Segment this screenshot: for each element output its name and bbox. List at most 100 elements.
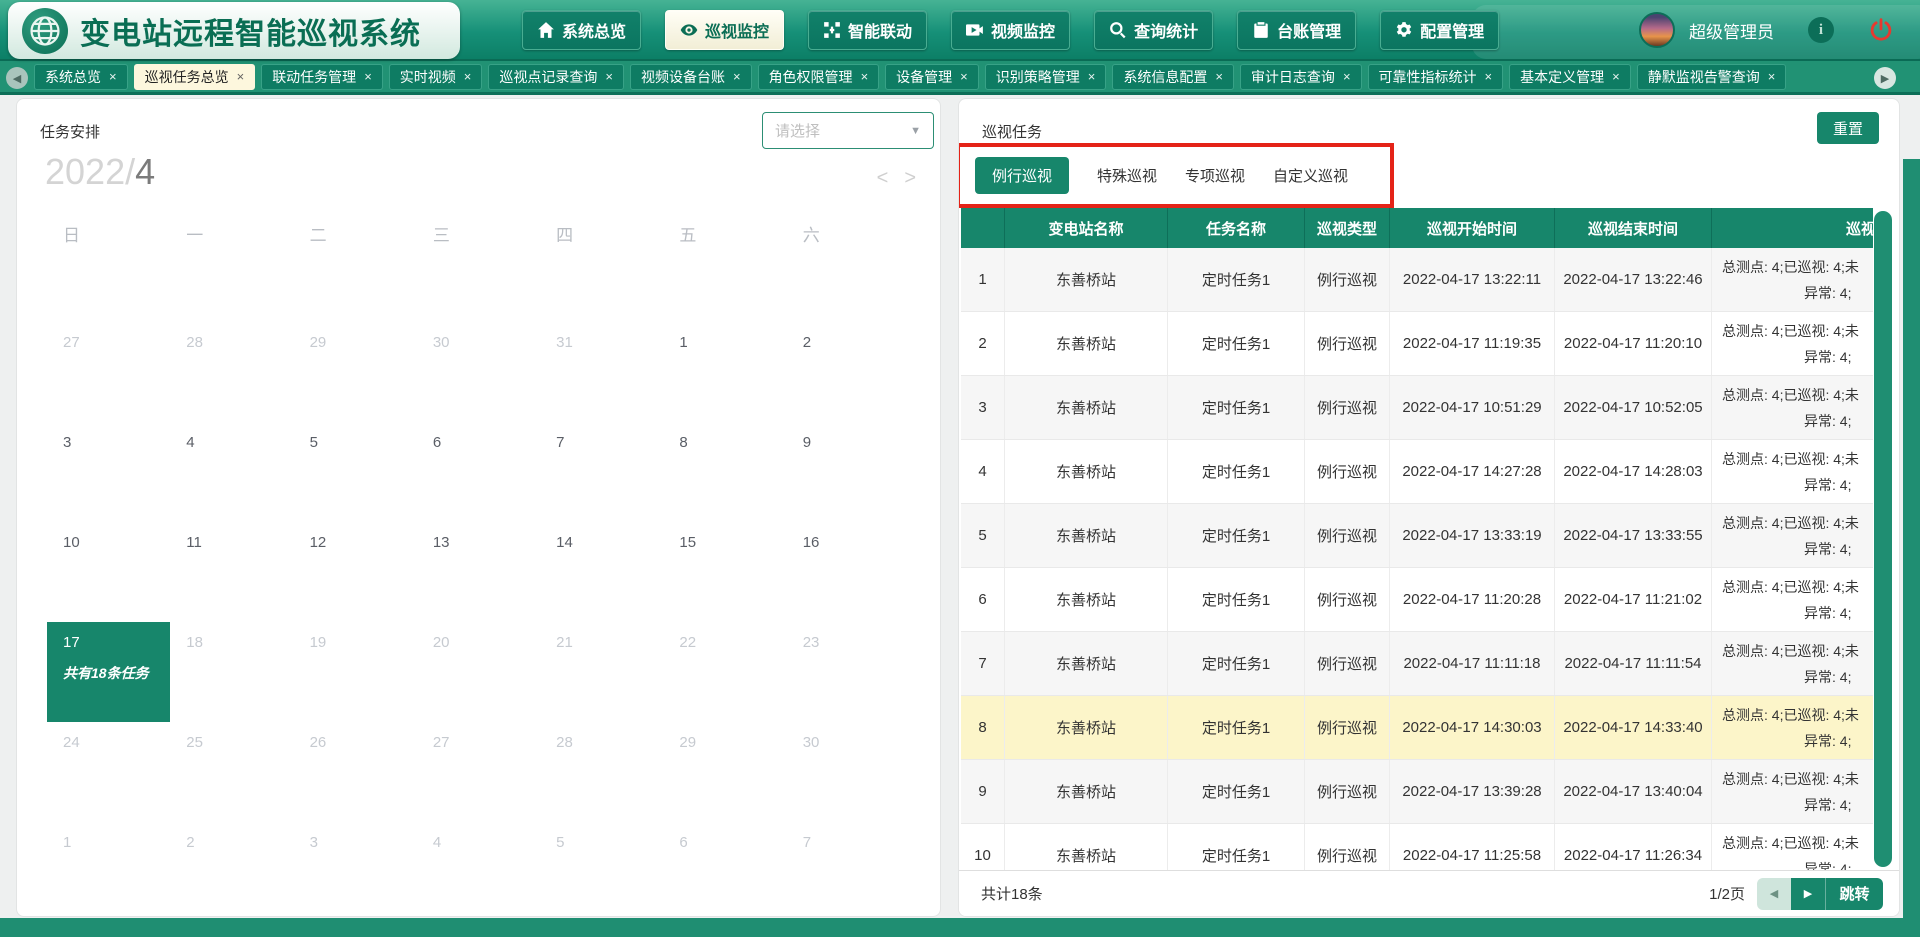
close-icon[interactable]: ×: [109, 70, 117, 83]
reset-button[interactable]: 重置: [1817, 112, 1879, 144]
tab[interactable]: 系统信息配置×: [1112, 64, 1234, 90]
avatar[interactable]: [1639, 12, 1675, 48]
tab[interactable]: 基本定义管理×: [1509, 64, 1631, 90]
calendar-day[interactable]: 29: [663, 722, 786, 822]
table-row[interactable]: 1东善桥站定时任务1例行巡视2022-04-17 13:22:112022-04…: [961, 248, 1873, 312]
tab[interactable]: 设备管理×: [885, 64, 979, 90]
station-select[interactable]: 请选择 ▼: [762, 112, 934, 149]
close-icon[interactable]: ×: [1215, 70, 1223, 83]
calendar-day[interactable]: 7: [540, 422, 663, 522]
nav-button[interactable]: 台账管理: [1237, 10, 1356, 50]
calendar-day[interactable]: 21: [540, 622, 663, 722]
table-row[interactable]: 2东善桥站定时任务1例行巡视2022-04-17 11:19:352022-04…: [961, 312, 1873, 376]
filter-button[interactable]: 例行巡视: [975, 157, 1069, 194]
close-icon[interactable]: ×: [237, 70, 245, 83]
table-row[interactable]: 6东善桥站定时任务1例行巡视2022-04-17 11:20:282022-04…: [961, 568, 1873, 632]
calendar-day[interactable]: 3: [294, 822, 417, 917]
tab[interactable]: 实时视频×: [389, 64, 483, 90]
close-icon[interactable]: ×: [1768, 70, 1776, 83]
filter-button[interactable]: 自定义巡视: [1273, 165, 1348, 186]
calendar-day[interactable]: 23: [787, 622, 910, 722]
tab[interactable]: 角色权限管理×: [758, 64, 880, 90]
nav-button[interactable]: 查询统计: [1094, 10, 1213, 50]
calendar-day[interactable]: 12: [294, 522, 417, 622]
filter-button[interactable]: 特殊巡视: [1097, 165, 1157, 186]
close-icon[interactable]: ×: [1485, 70, 1493, 83]
table-row[interactable]: 5东善桥站定时任务1例行巡视2022-04-17 13:33:192022-04…: [961, 504, 1873, 568]
info-icon[interactable]: i: [1808, 17, 1834, 43]
calendar-day[interactable]: 28: [170, 322, 293, 422]
tab[interactable]: 视频设备台账×: [630, 64, 752, 90]
page-vertical-scrollbar[interactable]: [1903, 159, 1920, 937]
table-row[interactable]: 4东善桥站定时任务1例行巡视2022-04-17 14:27:282022-04…: [961, 440, 1873, 504]
calendar-day[interactable]: 6: [417, 422, 540, 522]
nav-button[interactable]: 系统总览: [522, 10, 641, 50]
close-icon[interactable]: ×: [605, 70, 613, 83]
table-scrollbar[interactable]: [1874, 211, 1892, 867]
close-icon[interactable]: ×: [464, 70, 472, 83]
nav-button[interactable]: 配置管理: [1380, 10, 1499, 50]
page-horizontal-scrollbar[interactable]: [0, 918, 1920, 937]
calendar-day[interactable]: 6: [663, 822, 786, 917]
tab[interactable]: 联动任务管理×: [261, 64, 383, 90]
calendar-day-selected[interactable]: 17共有18条任务: [47, 622, 170, 722]
calendar-day[interactable]: 30: [417, 322, 540, 422]
calendar-day[interactable]: 31: [540, 322, 663, 422]
scroll-tabs-left-icon[interactable]: ◀: [6, 67, 28, 89]
calendar-day[interactable]: 24: [47, 722, 170, 822]
close-icon[interactable]: ×: [1343, 70, 1351, 83]
calendar-day[interactable]: 4: [417, 822, 540, 917]
close-icon[interactable]: ×: [861, 70, 869, 83]
scroll-tabs-right-icon[interactable]: ▶: [1874, 67, 1896, 89]
table-row[interactable]: 10东善桥站定时任务1例行巡视2022-04-17 11:25:582022-0…: [961, 824, 1873, 874]
calendar-day[interactable]: 7: [787, 822, 910, 917]
calendar-day[interactable]: 30: [787, 722, 910, 822]
close-icon[interactable]: ×: [364, 70, 372, 83]
calendar-day[interactable]: 9: [787, 422, 910, 522]
calendar-day[interactable]: 5: [540, 822, 663, 917]
next-month-icon[interactable]: >: [904, 167, 916, 190]
logout-power-icon[interactable]: [1868, 17, 1894, 43]
calendar-day[interactable]: 2: [170, 822, 293, 917]
calendar-day[interactable]: 18: [170, 622, 293, 722]
calendar-day[interactable]: 13: [417, 522, 540, 622]
close-icon[interactable]: ×: [733, 70, 741, 83]
calendar-day[interactable]: 19: [294, 622, 417, 722]
prev-page-icon[interactable]: ◀: [1757, 878, 1791, 910]
tab[interactable]: 可靠性指标统计×: [1368, 64, 1504, 90]
table-row[interactable]: 7东善桥站定时任务1例行巡视2022-04-17 11:11:182022-04…: [961, 632, 1873, 696]
calendar-day[interactable]: 25: [170, 722, 293, 822]
calendar-day[interactable]: 22: [663, 622, 786, 722]
calendar-day[interactable]: 15: [663, 522, 786, 622]
table-row[interactable]: 8东善桥站定时任务1例行巡视2022-04-17 14:30:032022-04…: [961, 696, 1873, 760]
close-icon[interactable]: ×: [960, 70, 968, 83]
calendar-day[interactable]: 11: [170, 522, 293, 622]
calendar-day[interactable]: 2: [787, 322, 910, 422]
calendar-day[interactable]: 8: [663, 422, 786, 522]
calendar-day[interactable]: 14: [540, 522, 663, 622]
calendar-day[interactable]: 26: [294, 722, 417, 822]
close-icon[interactable]: ×: [1088, 70, 1096, 83]
calendar-day[interactable]: 27: [417, 722, 540, 822]
tab[interactable]: 审计日志查询×: [1240, 64, 1362, 90]
calendar-day[interactable]: 1: [47, 822, 170, 917]
calendar-day[interactable]: 3: [47, 422, 170, 522]
calendar-day[interactable]: 10: [47, 522, 170, 622]
tab[interactable]: 巡视任务总览×: [134, 64, 256, 90]
next-page-icon[interactable]: ▶: [1791, 878, 1825, 910]
calendar-day[interactable]: 16: [787, 522, 910, 622]
nav-button[interactable]: 智能联动: [808, 10, 927, 50]
tab[interactable]: 系统总览×: [34, 64, 128, 90]
calendar-day[interactable]: 28: [540, 722, 663, 822]
tab[interactable]: 识别策略管理×: [985, 64, 1107, 90]
tab[interactable]: 静默监视告警查询×: [1637, 64, 1787, 90]
calendar-day[interactable]: 4: [170, 422, 293, 522]
jump-button[interactable]: 跳转: [1825, 878, 1883, 910]
nav-button[interactable]: 视频监控: [951, 10, 1070, 50]
calendar-day[interactable]: 27: [47, 322, 170, 422]
calendar-day[interactable]: 29: [294, 322, 417, 422]
nav-button[interactable]: 巡视监控: [665, 10, 784, 50]
table-row[interactable]: 3东善桥站定时任务1例行巡视2022-04-17 10:51:292022-04…: [961, 376, 1873, 440]
calendar-day[interactable]: 5: [294, 422, 417, 522]
calendar-day[interactable]: 20: [417, 622, 540, 722]
